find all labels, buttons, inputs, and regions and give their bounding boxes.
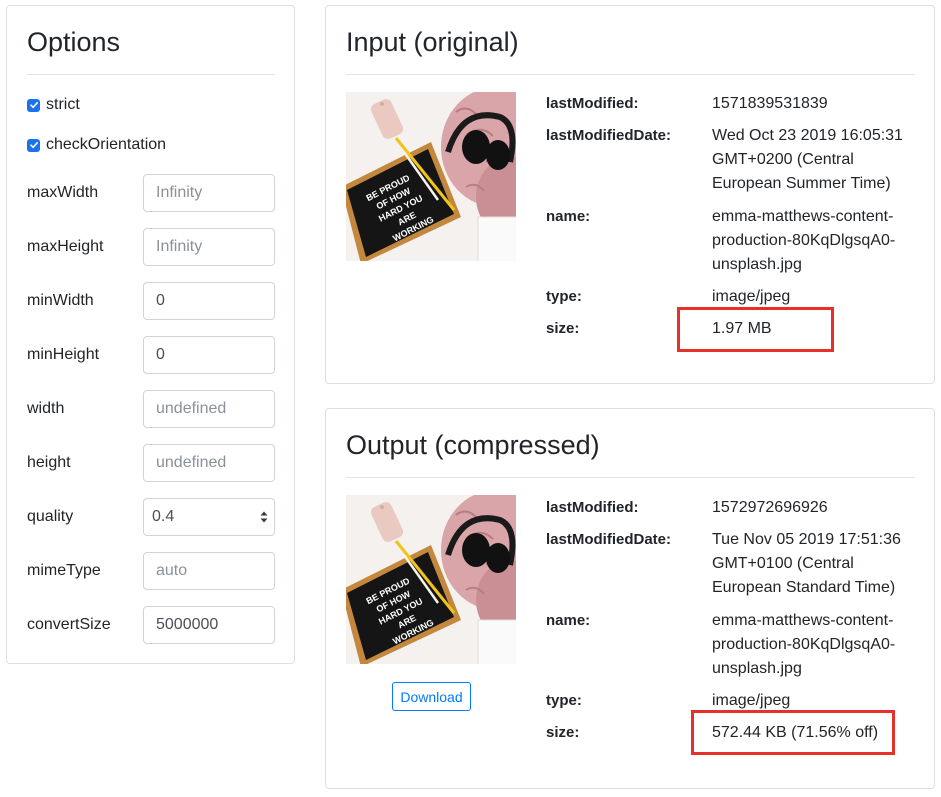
check-orientation-checkbox[interactable]: [27, 138, 40, 152]
input-image: BE PROUD OF HOW HARD YOU ARE WORKING: [346, 92, 516, 261]
output-card: Output (compressed) BE PROUD OF HOW HARD…: [325, 408, 935, 789]
letter-board-image: BE PROUD OF HOW HARD YOU ARE WORKING: [346, 92, 516, 261]
output-image: BE PROUD OF HOW HARD YOU ARE WORKING: [346, 495, 516, 664]
quality-value: 0.4: [152, 508, 175, 525]
height-input[interactable]: undefined: [143, 444, 275, 482]
input-name-line-3: unsplash.jpg: [712, 256, 802, 273]
strict-label: strict: [46, 96, 80, 113]
input-name-line-2: production-80KqDlgsqA0-: [712, 232, 896, 249]
min-height-label: minHeight: [27, 346, 100, 363]
max-width-input[interactable]: Infinity: [143, 174, 275, 212]
options-card: Options strict checkOrientation maxWidth…: [6, 5, 295, 664]
convert-size-value: 5000000: [156, 616, 219, 633]
input-card: Input (original) BE PROUD OF HOW HARD YO…: [325, 5, 935, 384]
width-placeholder: undefined: [156, 400, 227, 417]
max-height-row: maxHeight Infinity: [27, 228, 275, 266]
min-height-row: minHeight 0: [27, 336, 275, 374]
download-button[interactable]: Download: [392, 682, 471, 711]
input-size-label: size:: [546, 320, 580, 337]
input-divider: [346, 74, 915, 75]
mime-type-label: mimeType: [27, 562, 101, 579]
output-divider: [346, 477, 915, 478]
height-row: height undefined: [27, 444, 275, 482]
output-name-line-3: unsplash.jpg: [712, 660, 802, 677]
max-width-placeholder: Infinity: [156, 184, 203, 201]
strict-checkbox-row[interactable]: strict: [27, 96, 80, 114]
width-row: width undefined: [27, 390, 275, 428]
output-type-label: type:: [546, 692, 582, 709]
min-width-input[interactable]: 0: [143, 282, 275, 320]
input-last-modified-date-line-3: European Summer Time): [712, 175, 891, 192]
output-last-modified-value: 1572972696926: [712, 499, 828, 516]
output-title: Output (compressed): [346, 430, 600, 460]
input-last-modified-date-label: lastModifiedDate:: [546, 127, 672, 144]
max-width-label: maxWidth: [27, 184, 99, 201]
input-name-line-1: emma-matthews-content-: [712, 208, 894, 225]
height-placeholder: undefined: [156, 454, 227, 471]
output-name-line-2: production-80KqDlgsqA0-: [712, 636, 896, 653]
mime-type-input[interactable]: auto: [143, 552, 275, 590]
min-height-input[interactable]: 0: [143, 336, 275, 374]
output-size-highlight: [691, 710, 895, 755]
output-last-modified-date-line-3: European Standard Time): [712, 579, 896, 596]
input-size-highlight: [677, 307, 834, 352]
input-last-modified-value: 1571839531839: [712, 95, 828, 112]
output-last-modified-label: lastModified:: [546, 499, 639, 516]
check-icon: [29, 142, 38, 149]
output-name-line-1: emma-matthews-content-: [712, 612, 894, 629]
quality-row: quality 0.4: [27, 498, 275, 536]
min-width-row: minWidth 0: [27, 282, 275, 320]
output-size-label: size:: [546, 724, 580, 741]
min-width-label: minWidth: [27, 292, 94, 309]
min-width-value: 0: [156, 292, 165, 309]
letter-board-image: BE PROUD OF HOW HARD YOU ARE WORKING: [346, 495, 516, 664]
quality-select[interactable]: 0.4: [143, 498, 275, 536]
input-title: Input (original): [346, 27, 519, 57]
options-title: Options: [27, 27, 121, 57]
convert-size-label: convertSize: [27, 616, 111, 633]
input-last-modified-label: lastModified:: [546, 95, 639, 112]
mime-type-row: mimeType auto: [27, 552, 275, 590]
mime-type-placeholder: auto: [156, 562, 188, 579]
convert-size-row: convertSize 5000000: [27, 606, 275, 644]
height-label: height: [27, 454, 71, 471]
output-last-modified-date-line-2: GMT+0100 (Central: [712, 555, 854, 572]
width-input[interactable]: undefined: [143, 390, 275, 428]
check-orientation-checkbox-row[interactable]: checkOrientation: [27, 136, 166, 154]
input-last-modified-date-line-1: Wed Oct 23 2019 16:05:31: [712, 127, 903, 144]
strict-checkbox[interactable]: [27, 98, 40, 112]
check-icon: [29, 102, 38, 109]
width-label: width: [27, 400, 65, 417]
input-last-modified-date-line-2: GMT+0200 (Central: [712, 151, 854, 168]
input-type-label: type:: [546, 288, 582, 305]
min-height-value: 0: [156, 346, 165, 363]
output-last-modified-date-label: lastModifiedDate:: [546, 531, 672, 548]
output-last-modified-date-line-1: Tue Nov 05 2019 17:51:36: [712, 531, 901, 548]
max-height-placeholder: Infinity: [156, 238, 203, 255]
max-height-label: maxHeight: [27, 238, 104, 255]
output-name-label: name:: [546, 612, 591, 629]
quality-label: quality: [27, 508, 74, 525]
check-orientation-label: checkOrientation: [46, 136, 167, 153]
convert-size-input[interactable]: 5000000: [143, 606, 275, 644]
options-divider: [27, 74, 275, 75]
select-arrows-icon: [260, 510, 268, 524]
input-name-label: name:: [546, 208, 591, 225]
max-width-row: maxWidth Infinity: [27, 174, 275, 212]
input-type-value: image/jpeg: [712, 288, 791, 305]
max-height-input[interactable]: Infinity: [143, 228, 275, 266]
